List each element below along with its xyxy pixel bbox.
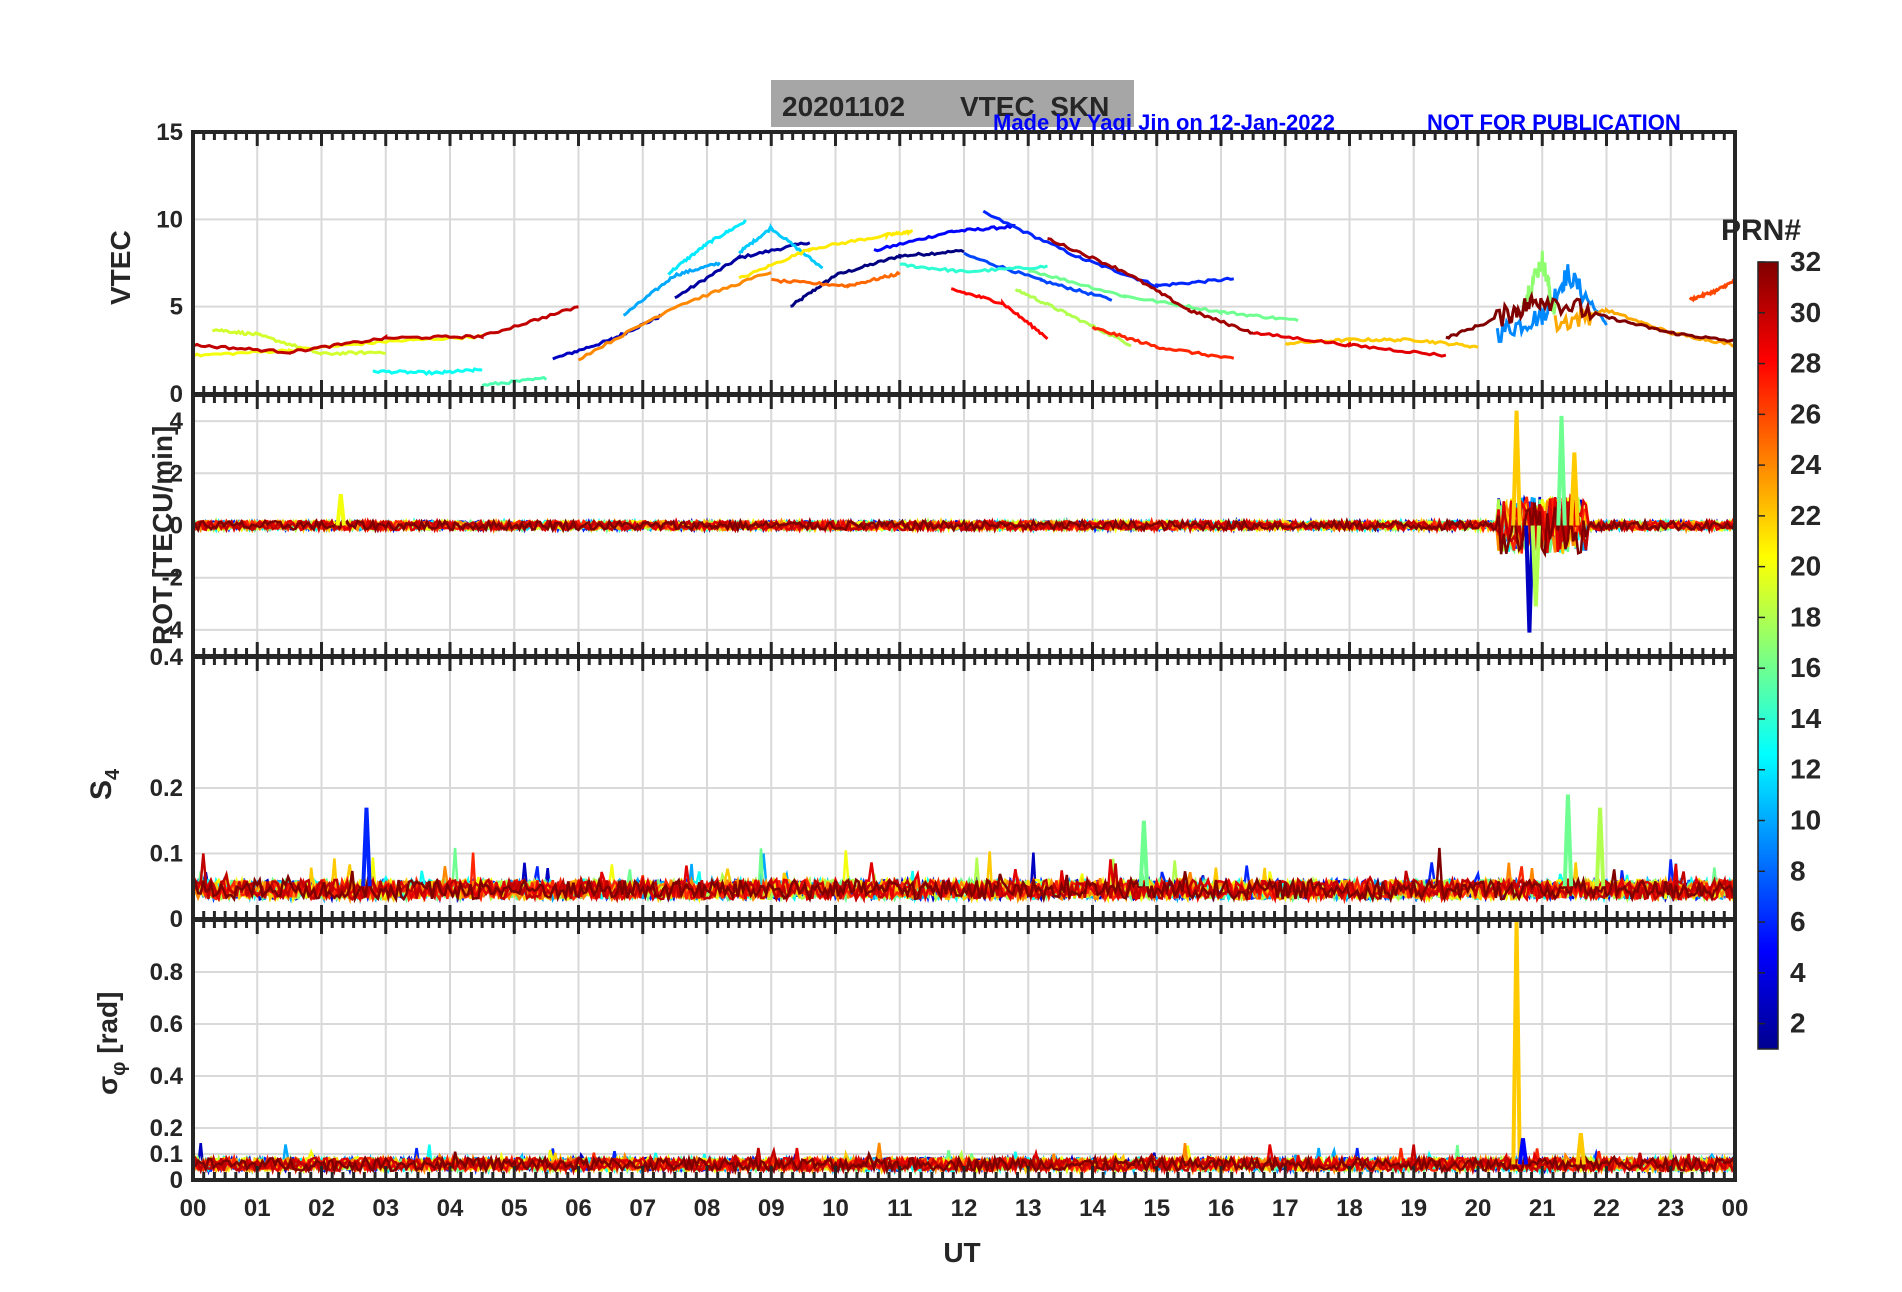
colorbar-title: PRN# <box>1721 214 1801 247</box>
vtec-series-prn-14 <box>899 262 1049 274</box>
y-tick-label: 0.1 <box>150 841 183 868</box>
vtec-series-prn-5 <box>873 223 1016 253</box>
y-tick-label: 5 <box>170 294 183 321</box>
spike-prn-20 <box>335 493 346 526</box>
y-tick-label: 0.6 <box>150 1011 183 1038</box>
x-tick-label: 12 <box>951 1195 978 1222</box>
vtec-ylabel: VTEC <box>105 230 136 305</box>
spike-prn-6 <box>361 807 372 887</box>
colorbar-tick-label: 32 <box>1790 246 1821 277</box>
y-tick-label: 0 <box>170 906 183 933</box>
y-tick-label: 0.8 <box>150 959 183 986</box>
rot-panel: -4-2024 <box>162 393 1737 658</box>
colorbar-tick-label: 20 <box>1790 551 1821 582</box>
x-tick-label: 05 <box>501 1195 528 1222</box>
x-tick-label: 09 <box>758 1195 785 1222</box>
y-tick-label: 10 <box>156 206 183 233</box>
x-tick-label: 00 <box>180 1195 207 1222</box>
x-tick-label: 14 <box>1079 1195 1106 1222</box>
vtec-series-prn-18 <box>1014 288 1132 348</box>
x-tick-label: 01 <box>244 1195 271 1222</box>
sigma-phi-panel: 00.10.2 0.4 0.6 0.8 <box>150 918 1737 1194</box>
colorbar <box>1757 261 1779 1050</box>
x-tick-label: 20 <box>1465 1195 1492 1222</box>
x-tick-label: 17 <box>1272 1195 1299 1222</box>
colorbar-tick-label: 8 <box>1790 855 1806 886</box>
spike-prn-16 <box>1562 794 1574 887</box>
x-tick-label: 23 <box>1657 1195 1684 1222</box>
x-tick-label: 13 <box>1015 1195 1042 1222</box>
x-tick-label: 03 <box>372 1195 399 1222</box>
spike-prn-18 <box>1594 807 1606 887</box>
y-tick-label: 0.1 <box>150 1141 183 1168</box>
x-axis-label: UT <box>943 1237 980 1268</box>
x-tick-label: 07 <box>629 1195 656 1222</box>
x-tick-label: 18 <box>1336 1195 1363 1222</box>
y-tick-label: 0.4 <box>150 644 184 671</box>
colorbar-tick-label: 12 <box>1790 754 1821 785</box>
s4-panel: 0 0.1 0.2 0.4 <box>150 644 1737 933</box>
vtec-panel: 0 5 10 15 <box>156 119 1737 408</box>
colorbar-tick-label: 16 <box>1790 652 1821 683</box>
x-tick-label: 16 <box>1208 1195 1235 1222</box>
x-tick-label: 19 <box>1400 1195 1427 1222</box>
vtec-series-prn-22 <box>1284 336 1479 349</box>
y-tick-label: 0.2 <box>150 1115 183 1142</box>
colorbar-tick-label: 6 <box>1790 906 1806 937</box>
x-tick-label: 00 <box>1722 1195 1749 1222</box>
colorbar-tick-label: 26 <box>1790 398 1821 429</box>
colorbar-tick-label: 10 <box>1790 805 1821 836</box>
y-tick-label: 0 <box>170 1167 183 1194</box>
y-tick-label: 0 <box>170 381 183 408</box>
vtec-series-prn-13 <box>372 367 483 377</box>
y-tick-label: 0.2 <box>150 775 183 802</box>
sigma-phi-ylabel: σφ [rad] <box>92 992 130 1095</box>
y-tick-label: 15 <box>156 119 183 146</box>
vtec-series-prn-24 <box>577 271 772 362</box>
s4-ylabel: S4 <box>85 768 124 800</box>
colorbar-tick-label: 30 <box>1790 297 1821 328</box>
x-tick-labels: 00 01 02 03 04 05 06 07 08 09 10 11 12 13 14 15 16 17 18 19… <box>180 1195 1749 1222</box>
vtec-series-prn-21 <box>738 229 913 280</box>
x-tick-label: 02 <box>308 1195 335 1222</box>
colorbar-tick-label: 22 <box>1790 500 1821 531</box>
vtec-series-prn-27 <box>1091 325 1235 360</box>
x-tick-label: 06 <box>565 1195 592 1222</box>
colorbar-tick-label: 24 <box>1790 449 1822 480</box>
vtec-series-prn-6 <box>982 209 1235 289</box>
vtec-series-prn-26 <box>1688 278 1736 303</box>
x-tick-label: 10 <box>822 1195 849 1222</box>
colorbar-tick-label: 18 <box>1790 601 1821 632</box>
y-tick-label: 0.4 <box>150 1063 184 1090</box>
x-tick-label: 08 <box>694 1195 721 1222</box>
colorbar-tick-label: 2 <box>1790 1008 1806 1039</box>
colorbar-tick-label: 14 <box>1790 703 1822 734</box>
x-tick-label: 21 <box>1529 1195 1556 1222</box>
title-date: 20201102 <box>782 91 905 122</box>
rot-ylabel: ROT [TECU/min] <box>147 426 178 645</box>
x-tick-label: 04 <box>437 1195 464 1222</box>
x-tick-label: 22 <box>1593 1195 1620 1222</box>
figure: 20201102 VTEC SKN Made by Yaqi Jin on 12… <box>85 80 1822 1268</box>
x-tick-label: 11 <box>887 1195 912 1222</box>
x-tick-label: 15 <box>1143 1195 1170 1222</box>
colorbar-tick-label: 4 <box>1790 957 1806 988</box>
colorbar-tick-label: 28 <box>1790 348 1821 379</box>
